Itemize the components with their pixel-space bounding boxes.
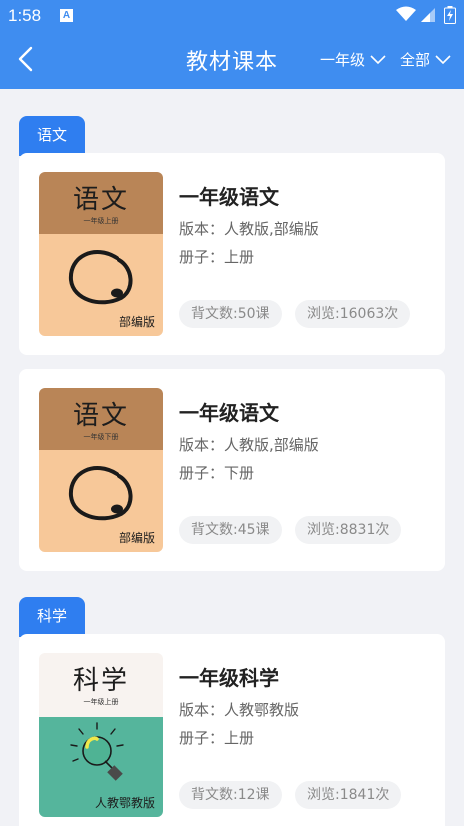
book-cover: 语文 一年级上册 部编版 <box>39 172 163 336</box>
view-count-badge: 浏览:1841次 <box>295 781 402 809</box>
book-title: 一年级语文 <box>179 401 279 425</box>
book-edition: 版本：人教鄂教版 <box>179 701 300 719</box>
cover-subtitle: 一年级上册 <box>83 698 119 706</box>
book-title: 一年级科学 <box>179 666 279 690</box>
cover-edition-badge: 部编版 <box>118 315 155 329</box>
status-time: 1:58 <box>8 6 42 25</box>
cell-signal-icon <box>421 8 435 22</box>
book-edition: 版本：人教版,部编版 <box>179 436 319 454</box>
status-bar: 1:58 A <box>0 0 464 32</box>
chevron-down-icon <box>435 54 451 64</box>
recite-count-badge: 背文数:50课 <box>179 300 282 328</box>
recite-count-badge: 背文数:45课 <box>179 516 282 544</box>
cover-title: 科学 <box>72 666 129 696</box>
app-header: 1:58 A 教材课本 一年级 全部 <box>0 0 464 89</box>
battery-charging-icon <box>444 6 456 24</box>
scope-filter-label: 全部 <box>400 51 431 69</box>
page-title: 教材课本 <box>185 50 278 75</box>
cover-edition-badge: 人教鄂教版 <box>94 796 155 810</box>
book-cover: 科学 一年级上册 人教鄂教版 <box>39 653 163 817</box>
book-cover: 语文 一年级下册 部编版 <box>39 388 163 552</box>
book-card[interactable]: 语文 一年级下册 部编版 一年级语文 版本：人教版,部编版 册子：下册 背文数:… <box>19 369 445 571</box>
sim-card-icon: A <box>60 9 73 22</box>
wifi-icon <box>396 6 416 21</box>
section-label-science: 科学 <box>19 597 85 637</box>
grade-filter-label: 一年级 <box>320 51 366 69</box>
view-count-badge: 浏览:8831次 <box>295 516 402 544</box>
book-edition: 版本：人教版,部编版 <box>179 220 319 238</box>
nav-bar: 教材课本 一年级 全部 <box>0 32 464 89</box>
scope-filter-dropdown[interactable]: 全部 <box>400 49 451 70</box>
cover-subtitle: 一年级上册 <box>83 217 119 225</box>
recite-count-badge: 背文数:12课 <box>179 781 282 809</box>
book-card[interactable]: 语文 一年级上册 部编版 一年级语文 版本：人教版,部编版 册子：上册 背文数:… <box>19 153 445 355</box>
cover-title: 语文 <box>72 401 129 431</box>
chevron-down-icon <box>370 54 386 64</box>
view-count-badge: 浏览:16063次 <box>295 300 411 328</box>
cover-subtitle: 一年级下册 <box>83 433 119 441</box>
section-label-chinese: 语文 <box>19 116 85 156</box>
book-volume: 册子：上册 <box>179 729 255 747</box>
book-volume: 册子：上册 <box>179 248 255 266</box>
book-card[interactable]: 科学 一年级上册 人教鄂教版 一年级科学 版本：人教鄂教版 册子：上册 背文数:… <box>19 634 445 826</box>
cover-edition-badge: 部编版 <box>118 531 155 545</box>
book-volume: 册子：下册 <box>179 464 255 482</box>
cover-title: 语文 <box>72 185 129 215</box>
book-title: 一年级语文 <box>179 185 279 209</box>
grade-filter-dropdown[interactable]: 一年级 <box>320 49 386 70</box>
